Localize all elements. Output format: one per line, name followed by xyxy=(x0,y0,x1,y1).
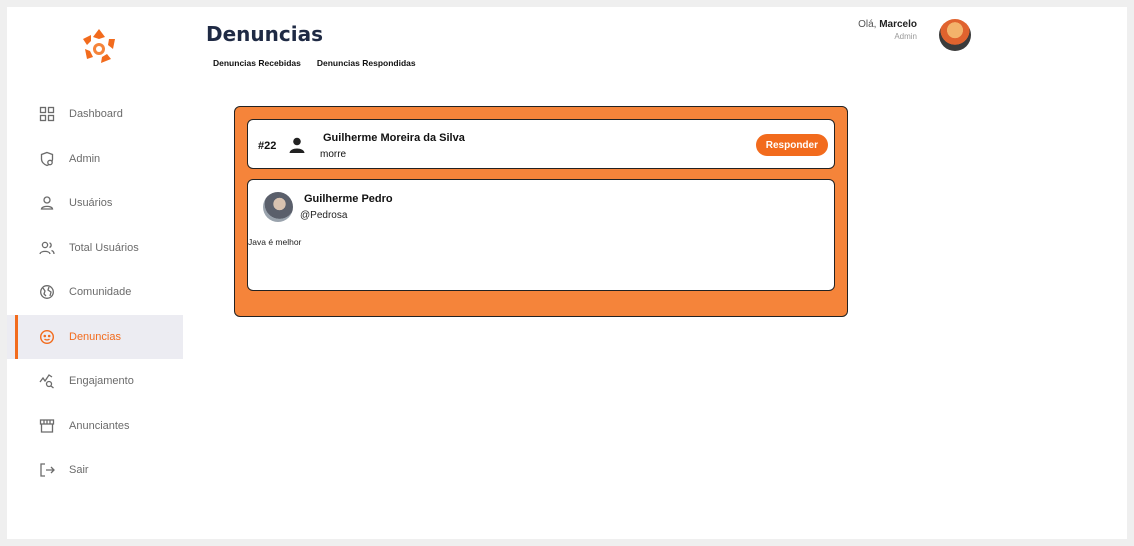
engagement-icon xyxy=(39,373,55,389)
sidebar-item-label: Usuários xyxy=(69,197,113,210)
reporter-name: Guilherme Moreira da Silva xyxy=(323,132,465,144)
tab-answered[interactable]: Denuncias Respondidas xyxy=(317,58,416,68)
admin-shield-icon xyxy=(39,151,55,167)
sidebar-item-label: Comunidade xyxy=(69,286,132,299)
app-frame: Dashboard Admin Usuários Total Usuários … xyxy=(7,7,1127,539)
sidebar-item-denuncias[interactable]: Denuncias xyxy=(7,314,183,359)
sidebar-item-label: Admin xyxy=(69,152,101,165)
respond-button[interactable]: Responder xyxy=(755,134,828,156)
greeting: Olá, xyxy=(858,19,877,30)
sidebar-item-label: Dashboard xyxy=(69,108,123,121)
report-reason: morre xyxy=(320,149,347,160)
sidebar-item-sair[interactable]: Sair xyxy=(7,448,183,493)
avatar[interactable] xyxy=(939,19,971,51)
sidebar-item-label: Engajamento xyxy=(69,375,134,388)
sidebar-item-label: Sair xyxy=(69,464,89,477)
person-icon xyxy=(288,136,306,154)
sidebar: Dashboard Admin Usuários Total Usuários … xyxy=(7,7,183,539)
user-icon xyxy=(39,195,55,211)
sidebar-item-dashboard[interactable]: Dashboard xyxy=(7,92,183,137)
sidebar-item-engajamento[interactable]: Engajamento xyxy=(7,359,183,404)
logout-icon xyxy=(39,462,55,478)
tab-received[interactable]: Denuncias Recebidas xyxy=(213,58,301,68)
sidebar-item-comunidade[interactable]: Comunidade xyxy=(7,270,183,315)
globe-icon xyxy=(39,284,55,300)
sidebar-item-label: Total Usuários xyxy=(69,241,139,254)
user-name: Marcelo xyxy=(879,19,917,30)
report-panel: #22 Guilherme Moreira da Silva morre Res… xyxy=(234,106,848,317)
sidebar-item-anunciantes[interactable]: Anunciantes xyxy=(7,404,183,449)
sidebar-item-admin[interactable]: Admin xyxy=(7,137,183,182)
sidebar-item-total-usuarios[interactable]: Total Usuários xyxy=(7,226,183,271)
post-author-avatar[interactable] xyxy=(263,192,293,222)
sidebar-item-usuarios[interactable]: Usuários xyxy=(7,181,183,226)
reported-post: Guilherme Pedro @Pedrosa Java é melhor xyxy=(247,179,835,291)
app-logo[interactable] xyxy=(77,25,121,69)
users-icon xyxy=(39,240,55,256)
grid-icon xyxy=(39,106,55,122)
user-info[interactable]: Olá, Marcelo Admin xyxy=(858,19,917,41)
face-icon xyxy=(39,329,55,345)
report-id: #22 xyxy=(258,140,277,152)
sidebar-item-label: Denuncias xyxy=(69,330,121,343)
store-icon xyxy=(39,418,55,434)
report-card: #22 Guilherme Moreira da Silva morre Res… xyxy=(247,119,835,169)
report-tabs: Denuncias Recebidas Denuncias Respondida… xyxy=(213,58,416,68)
sidebar-item-label: Anunciantes xyxy=(69,419,130,432)
user-role: Admin xyxy=(894,32,917,41)
post-text: Java é melhor xyxy=(248,237,302,247)
post-author-name: Guilherme Pedro xyxy=(304,193,393,205)
post-author-handle: @Pedrosa xyxy=(300,210,348,221)
page-title: Denuncias xyxy=(206,22,323,46)
sidebar-nav: Dashboard Admin Usuários Total Usuários … xyxy=(7,92,183,493)
